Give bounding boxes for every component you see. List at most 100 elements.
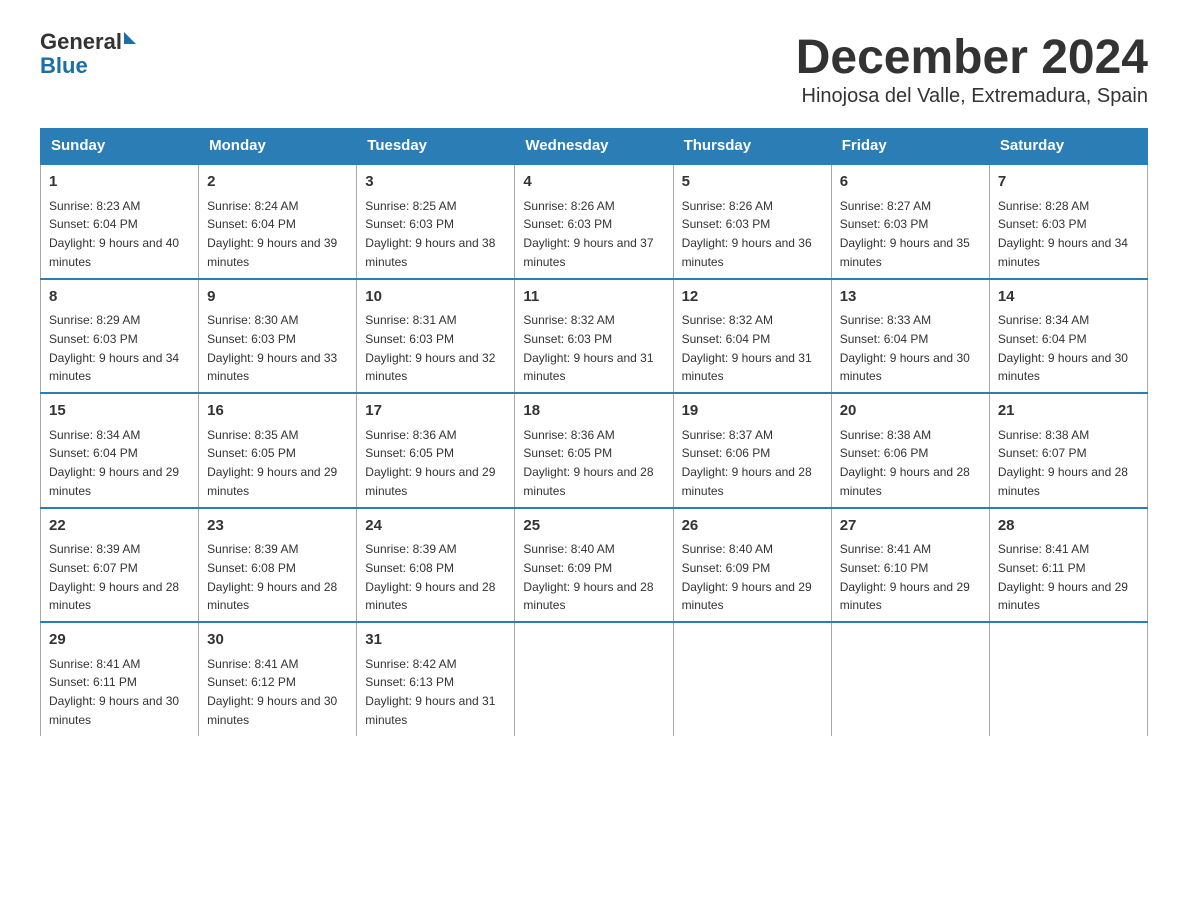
day-sunset: Sunset: 6:10 PM — [840, 561, 929, 575]
day-sunrise: Sunrise: 8:35 AM — [207, 428, 298, 442]
day-sunrise: Sunrise: 8:27 AM — [840, 199, 931, 213]
calendar-cell: 18 Sunrise: 8:36 AM Sunset: 6:05 PM Dayl… — [515, 393, 673, 508]
day-sunset: Sunset: 6:13 PM — [365, 675, 454, 689]
day-sunset: Sunset: 6:12 PM — [207, 675, 296, 689]
day-daylight: Daylight: 9 hours and 38 minutes — [365, 236, 495, 269]
header-sunday: Sunday — [41, 129, 199, 164]
day-number: 6 — [840, 171, 981, 194]
calendar-cell: 28 Sunrise: 8:41 AM Sunset: 6:11 PM Dayl… — [989, 508, 1147, 623]
day-sunset: Sunset: 6:06 PM — [840, 446, 929, 460]
calendar-cell: 30 Sunrise: 8:41 AM Sunset: 6:12 PM Dayl… — [199, 622, 357, 736]
logo-general-text: General — [40, 30, 122, 54]
day-sunrise: Sunrise: 8:26 AM — [523, 199, 614, 213]
calendar-cell: 11 Sunrise: 8:32 AM Sunset: 6:03 PM Dayl… — [515, 279, 673, 394]
day-sunrise: Sunrise: 8:41 AM — [998, 542, 1089, 556]
calendar-cell: 17 Sunrise: 8:36 AM Sunset: 6:05 PM Dayl… — [357, 393, 515, 508]
day-sunset: Sunset: 6:07 PM — [49, 561, 138, 575]
header-saturday: Saturday — [989, 129, 1147, 164]
day-daylight: Daylight: 9 hours and 29 minutes — [207, 465, 337, 498]
day-sunset: Sunset: 6:11 PM — [998, 561, 1086, 575]
day-sunrise: Sunrise: 8:38 AM — [840, 428, 931, 442]
logo: General Blue — [40, 30, 136, 78]
day-sunrise: Sunrise: 8:26 AM — [682, 199, 773, 213]
day-daylight: Daylight: 9 hours and 31 minutes — [682, 351, 812, 384]
calendar-cell: 12 Sunrise: 8:32 AM Sunset: 6:04 PM Dayl… — [673, 279, 831, 394]
day-sunrise: Sunrise: 8:42 AM — [365, 657, 456, 671]
day-daylight: Daylight: 9 hours and 28 minutes — [49, 580, 179, 613]
day-number: 24 — [365, 515, 506, 538]
day-sunrise: Sunrise: 8:41 AM — [840, 542, 931, 556]
logo-blue-text: Blue — [40, 53, 88, 78]
title-section: December 2024 Hinojosa del Valle, Extrem… — [796, 30, 1148, 108]
day-sunrise: Sunrise: 8:31 AM — [365, 313, 456, 327]
day-sunrise: Sunrise: 8:36 AM — [523, 428, 614, 442]
day-sunrise: Sunrise: 8:39 AM — [49, 542, 140, 556]
day-sunrise: Sunrise: 8:29 AM — [49, 313, 140, 327]
day-sunset: Sunset: 6:11 PM — [49, 675, 137, 689]
day-daylight: Daylight: 9 hours and 34 minutes — [998, 236, 1128, 269]
day-number: 5 — [682, 171, 823, 194]
day-sunset: Sunset: 6:03 PM — [523, 332, 612, 346]
day-daylight: Daylight: 9 hours and 40 minutes — [49, 236, 179, 269]
day-number: 13 — [840, 286, 981, 309]
day-number: 21 — [998, 400, 1139, 423]
calendar-cell: 25 Sunrise: 8:40 AM Sunset: 6:09 PM Dayl… — [515, 508, 673, 623]
day-sunset: Sunset: 6:03 PM — [207, 332, 296, 346]
day-sunset: Sunset: 6:04 PM — [207, 217, 296, 231]
day-daylight: Daylight: 9 hours and 34 minutes — [49, 351, 179, 384]
calendar-cell: 5 Sunrise: 8:26 AM Sunset: 6:03 PM Dayli… — [673, 164, 831, 279]
day-number: 25 — [523, 515, 664, 538]
day-number: 16 — [207, 400, 348, 423]
day-daylight: Daylight: 9 hours and 29 minutes — [998, 580, 1128, 613]
day-sunrise: Sunrise: 8:36 AM — [365, 428, 456, 442]
calendar-cell: 8 Sunrise: 8:29 AM Sunset: 6:03 PM Dayli… — [41, 279, 199, 394]
day-number: 3 — [365, 171, 506, 194]
calendar-cell: 13 Sunrise: 8:33 AM Sunset: 6:04 PM Dayl… — [831, 279, 989, 394]
calendar-cell: 23 Sunrise: 8:39 AM Sunset: 6:08 PM Dayl… — [199, 508, 357, 623]
day-number: 31 — [365, 629, 506, 652]
day-number: 1 — [49, 171, 190, 194]
day-number: 9 — [207, 286, 348, 309]
day-sunset: Sunset: 6:08 PM — [207, 561, 296, 575]
day-daylight: Daylight: 9 hours and 29 minutes — [365, 465, 495, 498]
day-sunset: Sunset: 6:04 PM — [49, 217, 138, 231]
day-number: 2 — [207, 171, 348, 194]
day-sunrise: Sunrise: 8:32 AM — [682, 313, 773, 327]
day-number: 30 — [207, 629, 348, 652]
day-daylight: Daylight: 9 hours and 37 minutes — [523, 236, 653, 269]
day-daylight: Daylight: 9 hours and 33 minutes — [207, 351, 337, 384]
calendar-cell — [989, 622, 1147, 736]
day-sunset: Sunset: 6:03 PM — [49, 332, 138, 346]
day-sunrise: Sunrise: 8:39 AM — [365, 542, 456, 556]
day-sunset: Sunset: 6:08 PM — [365, 561, 454, 575]
day-sunset: Sunset: 6:06 PM — [682, 446, 771, 460]
day-number: 19 — [682, 400, 823, 423]
day-sunset: Sunset: 6:03 PM — [682, 217, 771, 231]
day-number: 28 — [998, 515, 1139, 538]
calendar-cell: 26 Sunrise: 8:40 AM Sunset: 6:09 PM Dayl… — [673, 508, 831, 623]
day-number: 7 — [998, 171, 1139, 194]
calendar-cell: 16 Sunrise: 8:35 AM Sunset: 6:05 PM Dayl… — [199, 393, 357, 508]
day-sunset: Sunset: 6:03 PM — [365, 217, 454, 231]
calendar-cell: 15 Sunrise: 8:34 AM Sunset: 6:04 PM Dayl… — [41, 393, 199, 508]
day-daylight: Daylight: 9 hours and 29 minutes — [682, 580, 812, 613]
day-daylight: Daylight: 9 hours and 28 minutes — [840, 465, 970, 498]
day-sunrise: Sunrise: 8:39 AM — [207, 542, 298, 556]
calendar-cell — [515, 622, 673, 736]
day-daylight: Daylight: 9 hours and 28 minutes — [523, 580, 653, 613]
calendar-week-row: 22 Sunrise: 8:39 AM Sunset: 6:07 PM Dayl… — [41, 508, 1148, 623]
day-sunrise: Sunrise: 8:41 AM — [49, 657, 140, 671]
day-number: 15 — [49, 400, 190, 423]
day-daylight: Daylight: 9 hours and 31 minutes — [365, 694, 495, 727]
day-sunrise: Sunrise: 8:24 AM — [207, 199, 298, 213]
calendar-week-row: 29 Sunrise: 8:41 AM Sunset: 6:11 PM Dayl… — [41, 622, 1148, 736]
day-daylight: Daylight: 9 hours and 28 minutes — [682, 465, 812, 498]
day-sunset: Sunset: 6:05 PM — [365, 446, 454, 460]
location-text: Hinojosa del Valle, Extremadura, Spain — [796, 85, 1148, 108]
day-number: 23 — [207, 515, 348, 538]
calendar-cell: 9 Sunrise: 8:30 AM Sunset: 6:03 PM Dayli… — [199, 279, 357, 394]
day-sunset: Sunset: 6:04 PM — [998, 332, 1087, 346]
day-sunrise: Sunrise: 8:37 AM — [682, 428, 773, 442]
day-sunrise: Sunrise: 8:34 AM — [49, 428, 140, 442]
day-sunset: Sunset: 6:09 PM — [523, 561, 612, 575]
